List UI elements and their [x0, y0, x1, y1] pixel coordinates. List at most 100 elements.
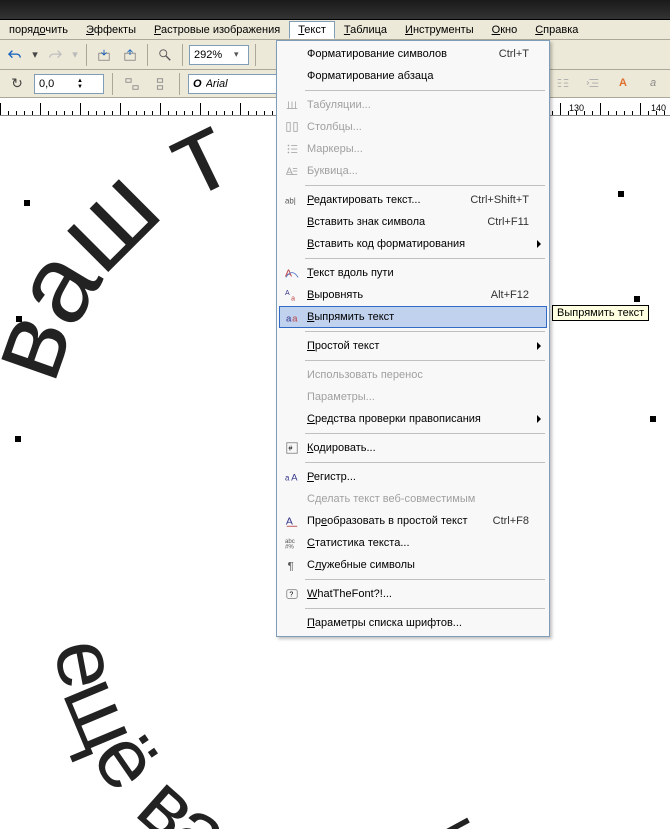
menu-separator	[305, 90, 545, 91]
svg-text:a: a	[292, 314, 298, 325]
menubar-item-3[interactable]: Текст	[289, 21, 335, 39]
redo-arrow-icon[interactable]	[44, 44, 66, 66]
selection-handle[interactable]	[618, 191, 624, 197]
menu-separator	[305, 433, 545, 434]
svg-text:A: A	[286, 166, 293, 178]
menu-item-28[interactable]: ¶ Служебные символы	[279, 554, 547, 576]
menubar-item-5[interactable]: Инструменты	[396, 21, 483, 39]
submenu-arrow-icon	[537, 415, 541, 423]
menu-label: Выпрямить текст	[307, 311, 529, 323]
svg-text:#%: #%	[285, 543, 294, 550]
menu-label: Выровнять	[307, 289, 491, 301]
canvas-text-upper: ваш т	[0, 116, 248, 394]
selection-handle[interactable]	[650, 416, 656, 422]
menubar-item-4[interactable]: Таблица	[335, 21, 396, 39]
align-icon: Aa	[283, 286, 301, 304]
svg-text:ваш т: ваш т	[0, 116, 248, 394]
font-name[interactable]	[206, 78, 284, 90]
menu-label: Маркеры...	[307, 143, 529, 155]
menu-item-13[interactable]: AaВыровнятьAlt+F12	[279, 284, 547, 306]
menu-item-0[interactable]: Форматирование символовCtrl+T	[279, 43, 547, 65]
menu-item-30[interactable]: ?WhatTheFont?!...	[279, 583, 547, 605]
menu-label: Параметры списка шрифтов...	[307, 617, 529, 629]
svg-text:a: a	[291, 295, 295, 302]
menu-item-8[interactable]: ab|Редактировать текст...Ctrl+Shift+T	[279, 189, 547, 211]
indent-icon[interactable]	[582, 72, 604, 94]
menu-label: Вставить знак символа	[307, 216, 487, 228]
menu-label: Столбцы...	[307, 121, 529, 133]
rotate-icon[interactable]: ↻	[6, 73, 28, 95]
svg-text:A: A	[286, 516, 293, 528]
menu-separator	[305, 360, 545, 361]
menubar-item-1[interactable]: Эффекты	[77, 21, 145, 39]
chevron-down-icon[interactable]: ▾	[234, 49, 239, 60]
canvas-text-lower: ещё ваш текст	[35, 632, 499, 829]
menu-item-32[interactable]: Параметры списка шрифтов...	[279, 612, 547, 634]
selection-handle[interactable]	[15, 436, 21, 442]
import-icon[interactable]	[93, 44, 115, 66]
selection-handle[interactable]	[634, 296, 640, 302]
menu-label: Вставить код форматирования	[307, 238, 529, 250]
svg-text:¶: ¶	[288, 560, 294, 572]
a-label[interactable]: a	[642, 72, 664, 94]
menu-label: Средства проверки правописания	[307, 413, 529, 425]
bucket-A-icon[interactable]: A	[612, 72, 634, 94]
submenu-arrow-icon	[537, 240, 541, 248]
menu-label: Служебные символы	[307, 559, 529, 571]
align-icon[interactable]	[121, 73, 143, 95]
menu-item-26[interactable]: A Преобразовать в простой текстCtrl+F8	[279, 510, 547, 532]
menu-label: Текст вдоль пути	[307, 267, 529, 279]
menubar-item-7[interactable]: Справка	[526, 21, 587, 39]
menu-label: Табуляции...	[307, 99, 529, 111]
menu-item-25: Сделать текст веб-совместимым	[279, 488, 547, 510]
menu-label: Статистика текста...	[307, 537, 529, 549]
menu-item-24[interactable]: aA Регистр...	[279, 466, 547, 488]
spinner-icon[interactable]: ▲▼	[77, 78, 83, 90]
zoom-input[interactable]: ▾	[189, 45, 249, 65]
rotation-value[interactable]	[39, 78, 73, 90]
menu-shortcut: Ctrl+F11	[487, 216, 529, 228]
case-icon: aA	[283, 468, 301, 486]
chevron-down-icon[interactable]: ▾	[30, 44, 40, 66]
menu-label: Использовать перенос	[307, 369, 529, 381]
titlebar	[0, 0, 670, 20]
list-icon[interactable]	[552, 72, 574, 94]
menu-item-10[interactable]: Вставить код форматирования	[279, 233, 547, 255]
menu-separator	[305, 331, 545, 332]
zoom-value[interactable]	[194, 49, 230, 61]
menu-label: WhatTheFont?!...	[307, 588, 529, 600]
menubar-item-2[interactable]: Растровые изображения	[145, 21, 289, 39]
chevron-down-icon[interactable]: ▾	[70, 44, 80, 66]
menu-shortcut: Ctrl+F8	[493, 515, 529, 527]
selection-handle[interactable]	[16, 316, 22, 322]
menu-item-16[interactable]: Простой текст	[279, 335, 547, 357]
menu-item-12[interactable]: AТекст вдоль пути	[279, 262, 547, 284]
export-icon[interactable]	[119, 44, 141, 66]
menubar-item-0[interactable]: порядочить	[0, 21, 77, 39]
menu-item-14[interactable]: aaВыпрямить текст	[279, 306, 547, 328]
menu-item-5: Маркеры...	[279, 138, 547, 160]
undo-arrow-icon[interactable]	[4, 44, 26, 66]
menu-label: Преобразовать в простой текст	[307, 515, 493, 527]
menu-item-22[interactable]: #Кодировать...	[279, 437, 547, 459]
menu-item-18: Использовать перенос	[279, 364, 547, 386]
rotation-input[interactable]: ▲▼	[34, 74, 104, 94]
menu-item-9[interactable]: Вставить знак символаCtrl+F11	[279, 211, 547, 233]
font-select[interactable]: O	[188, 74, 278, 94]
menu-label: Редактировать текст...	[307, 194, 470, 206]
menubar-item-6[interactable]: Окно	[483, 21, 527, 39]
menu-separator	[305, 462, 545, 463]
selection-handle[interactable]	[24, 200, 30, 206]
menu-item-20[interactable]: Средства проверки правописания	[279, 408, 547, 430]
menu-item-1[interactable]: Форматирование абзаца	[279, 65, 547, 87]
menu-item-3: Табуляции...	[279, 94, 547, 116]
menu-separator	[305, 579, 545, 580]
submenu-arrow-icon	[537, 342, 541, 350]
tooltip: Выпрямить текст	[552, 305, 649, 321]
menu-item-27[interactable]: abc#%Статистика текста...	[279, 532, 547, 554]
search-icon[interactable]	[154, 44, 176, 66]
menu-label: Регистр...	[307, 471, 529, 483]
menu-label: Форматирование абзаца	[307, 70, 529, 82]
align2-icon[interactable]	[149, 73, 171, 95]
menu-label: Сделать текст веб-совместимым	[307, 493, 529, 505]
